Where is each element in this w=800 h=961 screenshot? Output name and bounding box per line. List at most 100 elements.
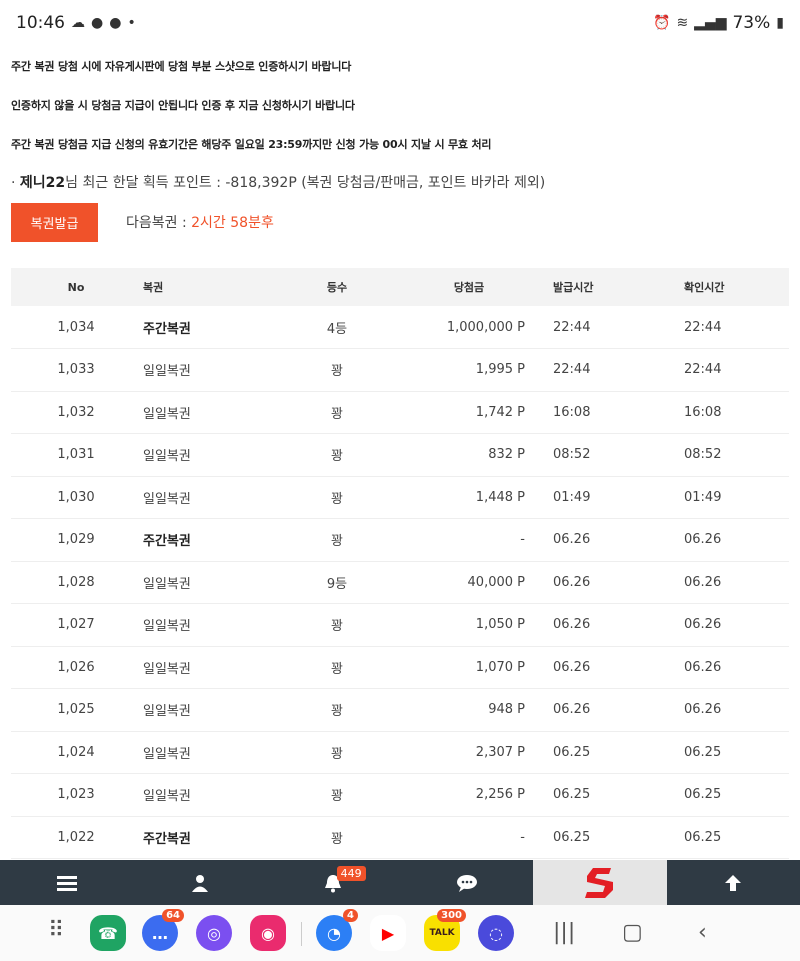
- table-row: 1,032 일일복권 꽝 1,742 P 16:08 16:08: [11, 391, 789, 434]
- menu-icon: [56, 875, 77, 891]
- phone-app-icon[interactable]: ☎: [90, 915, 126, 951]
- messages-badge: 64: [162, 909, 184, 922]
- cell-prize: 40,000 P: [467, 574, 525, 590]
- col-header-type: 복권: [143, 281, 164, 294]
- cell-checked: 06.26: [684, 532, 722, 548]
- table-row: 1,027 일일복권 꽝 1,050 P 06.26 06.26: [11, 604, 789, 646]
- cell-type: 일일복권: [143, 619, 191, 635]
- table-row: 1,025 일일복권 꽝 948 P 06.26 06.26: [11, 689, 789, 731]
- back-button[interactable]: ‹: [698, 920, 707, 945]
- menu-button[interactable]: [0, 860, 133, 905]
- next-lottery-time: 2시간 58분후: [191, 215, 274, 231]
- col-header-prize: 당첨금: [453, 281, 485, 294]
- cell-checked: 08:52: [684, 447, 722, 463]
- youtube-app-icon[interactable]: ▶: [370, 915, 406, 951]
- chat-button[interactable]: [400, 860, 533, 905]
- home-button[interactable]: ▢: [622, 920, 643, 945]
- cell-no: 1,034: [57, 319, 95, 335]
- cell-rank: 꽝: [331, 449, 343, 465]
- cloud-icon: ☁: [71, 15, 85, 31]
- site-logo-button[interactable]: [533, 860, 667, 905]
- cell-issued: 06.26: [553, 574, 591, 590]
- cell-issued: 22:44: [553, 319, 591, 335]
- cell-no: 1,030: [57, 489, 95, 505]
- col-header-no: No: [67, 280, 85, 294]
- cell-rank: 꽝: [331, 534, 343, 550]
- cell-checked: 06.26: [684, 574, 722, 590]
- table-row: 1,022 주간복권 꽝 - 06.25 06.25: [11, 816, 789, 859]
- cell-checked: 22:44: [684, 319, 722, 335]
- assistant-app-icon[interactable]: ◌: [478, 915, 514, 951]
- camera-app-icon[interactable]: ◉: [250, 915, 286, 951]
- bottom-nav: 449: [0, 860, 800, 905]
- table-row: 1,028 일일복권 9등 40,000 P 06.26 06.26: [11, 561, 789, 604]
- next-lottery-label: 다음복권 :: [126, 215, 192, 231]
- table-row: 1,024 일일복권 꽝 2,307 P 06.25 06.25: [11, 731, 789, 774]
- internet-app-icon[interactable]: ◎: [196, 915, 232, 951]
- cell-no: 1,026: [57, 659, 95, 675]
- profile-button[interactable]: [133, 860, 266, 905]
- app-badge: 4: [343, 909, 358, 922]
- cell-checked: 06.25: [684, 744, 722, 760]
- cell-no: 1,023: [57, 787, 95, 803]
- cell-no: 1,032: [57, 404, 95, 420]
- table-row: 1,026 일일복권 꽝 1,070 P 06.26 06.26: [11, 646, 789, 689]
- notification-button[interactable]: 449: [267, 860, 400, 905]
- cell-rank: 꽝: [331, 491, 343, 507]
- cell-rank: 9등: [326, 576, 348, 592]
- app-drawer-icon[interactable]: ⠿: [48, 918, 64, 943]
- cell-type: 일일복권: [143, 704, 191, 720]
- cell-issued: 06.26: [553, 532, 591, 548]
- cell-no: 1,033: [57, 362, 95, 378]
- scroll-top-button[interactable]: [667, 860, 800, 905]
- cell-issued: 01:49: [553, 489, 591, 505]
- cell-prize: 832 P: [488, 447, 525, 463]
- points-summary: · 제니22님 최근 한달 획득 포인트 : -818,392P (복권 당첨금…: [11, 172, 545, 192]
- cell-rank: 꽝: [331, 704, 343, 720]
- cell-type: 일일복권: [143, 789, 191, 805]
- cell-type: 일일복권: [143, 576, 191, 592]
- cell-prize: 1,000,000 P: [446, 319, 525, 335]
- col-header-rank: 등수: [326, 281, 348, 294]
- cell-rank: 꽝: [331, 746, 343, 762]
- next-lottery: 다음복권 : 2시간 58분후: [126, 212, 274, 232]
- table-row: 1,029 주간복권 꽝 - 06.26 06.26: [11, 519, 789, 561]
- alarm-icon: ⏰: [653, 15, 671, 31]
- arrow-up-icon: [725, 874, 742, 891]
- cell-no: 1,022: [57, 829, 95, 845]
- recents-button[interactable]: |||: [553, 920, 575, 945]
- cell-checked: 06.26: [684, 659, 722, 675]
- cell-issued: 16:08: [553, 404, 591, 420]
- talk-badge: 300: [437, 909, 466, 922]
- cell-type: 주간복권: [143, 831, 191, 847]
- status-bar: 10:46 ☁ ● ● • ⏰ ≋ ▂▄▆ 73% ▮: [0, 0, 800, 46]
- cell-prize: 2,307 P: [475, 744, 525, 760]
- signal-icon: ▂▄▆: [694, 15, 727, 31]
- table-row: 1,033 일일복권 꽝 1,995 P 22:44 22:44: [11, 349, 789, 391]
- recent-app-icon[interactable]: ◔ 4: [316, 909, 358, 951]
- cell-no: 1,031: [57, 447, 95, 463]
- cell-rank: 꽝: [331, 831, 343, 847]
- cell-checked: 06.26: [684, 617, 722, 633]
- message-icon: ●: [91, 15, 104, 31]
- table-row: 1,031 일일복권 꽝 832 P 08:52 08:52: [11, 434, 789, 476]
- cell-no: 1,029: [57, 532, 95, 548]
- table-row: 1,030 일일복권 꽝 1,448 P 01:49 01:49: [11, 476, 789, 519]
- cell-type: 일일복권: [143, 364, 191, 380]
- issue-lottery-button[interactable]: 복권발급: [11, 203, 98, 242]
- kakaotalk-app-icon[interactable]: TALK 300: [424, 909, 466, 951]
- cell-checked: 22:44: [684, 362, 722, 378]
- cell-checked: 06.25: [684, 829, 722, 845]
- table-row: 1,034 주간복권 4등 1,000,000 P 22:44 22:44: [11, 306, 789, 349]
- cell-prize: 1,070 P: [475, 659, 525, 675]
- cell-rank: 꽝: [331, 661, 343, 677]
- cell-checked: 06.25: [684, 787, 722, 803]
- user-icon: [191, 874, 208, 892]
- notice-line: 주간 복권 당첨금 지급 신청의 유효기간은 해당주 일요일 23:59까지만 …: [11, 138, 492, 151]
- messages-app-icon[interactable]: … 64: [142, 909, 184, 951]
- cell-issued: 06.26: [553, 702, 591, 718]
- dot-icon: •: [127, 15, 136, 31]
- cell-type: 일일복권: [143, 746, 191, 762]
- cell-issued: 06.26: [553, 659, 591, 675]
- cell-checked: 16:08: [684, 404, 722, 420]
